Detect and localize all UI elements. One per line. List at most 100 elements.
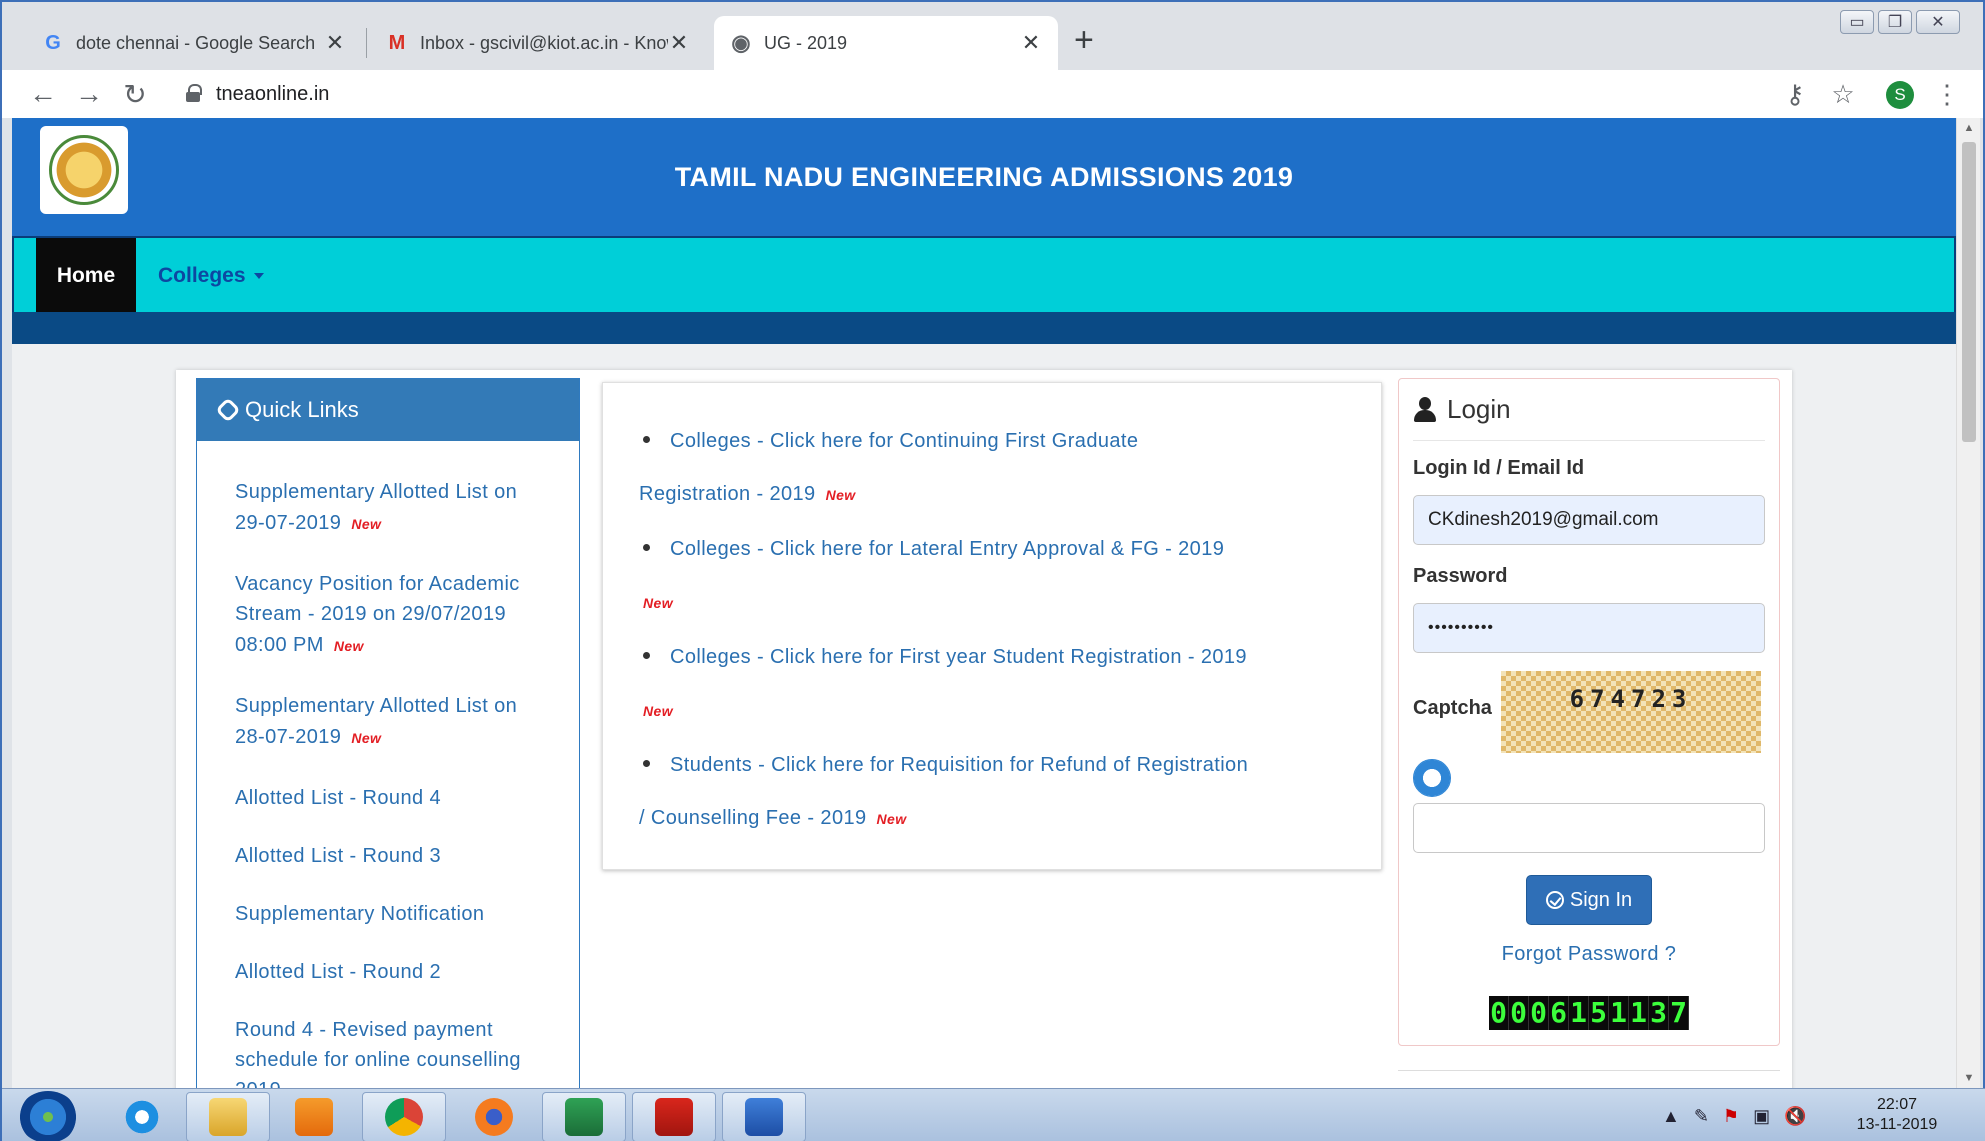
browser-window: G dote chennai - Google Search ✕ M Inbox… (0, 0, 1985, 1141)
close-icon[interactable]: ✕ (324, 30, 346, 56)
notice-text: Colleges - Click here for Continuing Fir… (670, 430, 1139, 452)
gmail-icon: M (388, 31, 406, 54)
taskbar-media-player[interactable] (272, 1092, 356, 1141)
notice-link[interactable]: Colleges - Click here for Lateral Entry … (635, 523, 1345, 631)
browser-toolbar: ← → ↻ tneaonline.in ⚷ ☆ S ⋮ (2, 70, 1983, 118)
quick-links-title: Quick Links (245, 397, 359, 422)
notice-link[interactable]: Colleges - Click here for Continuing Fir… (639, 415, 1345, 523)
notice-link[interactable]: Colleges - Click here for First year Stu… (635, 631, 1345, 739)
new-badge: New (635, 573, 677, 631)
notice-link[interactable]: Students - Click here for Requisition fo… (639, 739, 1345, 847)
password-label: Password (1413, 565, 1508, 587)
page-viewport: TAMIL NADU ENGINEERING ADMISSIONS 2019 H… (12, 118, 1956, 1088)
profile-avatar[interactable]: S (1886, 81, 1914, 109)
close-window-button[interactable]: ✕ (1916, 10, 1960, 34)
quick-link-item[interactable]: Supplementary Notification (235, 899, 541, 929)
counter-digit: 1 (1609, 996, 1629, 1030)
quick-link-item[interactable]: Supplementary Allotted List on 29-07-201… (235, 477, 541, 541)
tab-ug-2019[interactable]: ◉ UG - 2019 ✕ (714, 16, 1058, 70)
close-icon[interactable]: ✕ (1020, 30, 1042, 56)
new-badge: New (325, 627, 368, 663)
login-id-label: Login Id / Email Id (1413, 457, 1585, 479)
new-badge: New (635, 681, 677, 739)
password-input[interactable]: •••••••••• (1413, 603, 1765, 653)
star-icon[interactable]: ☆ (1826, 70, 1860, 118)
captcha-label: Captcha (1413, 697, 1492, 719)
menu-colleges-dropdown[interactable]: Colleges (158, 238, 264, 314)
counter-digit: 0 (1509, 996, 1529, 1030)
chrome-icon (385, 1098, 423, 1136)
taskbar-chrome[interactable] (362, 1092, 446, 1141)
quick-link-item[interactable]: Allotted List - Round 2 (235, 957, 541, 987)
login-id-input[interactable]: CKdinesh2019@gmail.com (1413, 495, 1765, 545)
key-icon[interactable]: ⚷ (1778, 70, 1812, 118)
scroll-up-arrow-icon[interactable]: ▲ (1957, 118, 1981, 138)
sign-in-label: Sign In (1569, 888, 1633, 911)
more-menu-icon[interactable]: ⋮ (1930, 70, 1964, 118)
quick-link-item[interactable]: Supplementary Allotted List on 28-07-201… (235, 691, 541, 755)
scroll-thumb[interactable] (1962, 142, 1976, 442)
excel-icon (565, 1098, 603, 1136)
tab-title: UG - 2019 (764, 32, 848, 53)
taskbar-word[interactable] (722, 1092, 806, 1141)
tab-gmail-inbox[interactable]: M Inbox - gscivil@kiot.ac.in - Knowl ✕ (370, 16, 706, 70)
content-container: Quick Links Supplementary Allotted List … (176, 370, 1792, 1088)
lock-icon[interactable] (186, 84, 202, 102)
tab-google-search[interactable]: G dote chennai - Google Search ✕ (26, 16, 362, 70)
quick-link-item[interactable]: Round 4 - Revised payment schedule for o… (235, 1015, 541, 1088)
reload-icon[interactable]: ↻ (118, 70, 152, 118)
sign-in-button[interactable]: Sign In (1526, 875, 1652, 925)
visitor-counter: 0006151137 (1413, 996, 1765, 1030)
bullet-icon (643, 760, 650, 768)
notice-text-cont: Registration - 2019 (639, 483, 816, 505)
taskbar-internet-explorer[interactable] (100, 1092, 184, 1141)
media-player-icon (295, 1098, 333, 1136)
captcha-input[interactable] (1413, 803, 1765, 853)
minimize-button[interactable]: ▭ (1840, 10, 1874, 34)
address-bar[interactable]: tneaonline.in (216, 70, 329, 118)
restore-button[interactable]: ❐ (1878, 10, 1912, 34)
captcha-row: Captcha 674723 (1413, 671, 1765, 755)
back-arrow-icon[interactable]: ← (26, 70, 60, 118)
counter-digit: 6 (1549, 996, 1569, 1030)
main-menu: Home Colleges (12, 236, 1956, 314)
system-tray: ▲ ✎ ⚑ ▣ 🔇 (1662, 1089, 1807, 1141)
bullet-icon (643, 652, 650, 660)
page-title: TAMIL NADU ENGINEERING ADMISSIONS 2019 (674, 162, 1294, 192)
new-badge: New (343, 719, 385, 755)
close-icon[interactable]: ✕ (668, 30, 690, 56)
quick-link-item[interactable]: Allotted List - Round 4 (235, 783, 541, 813)
counter-digit: 0 (1489, 996, 1509, 1030)
refresh-captcha-icon[interactable] (1413, 759, 1451, 797)
network-icon[interactable]: ▣ (1753, 1106, 1770, 1127)
site-header: TAMIL NADU ENGINEERING ADMISSIONS 2019 (12, 118, 1956, 236)
clock-date: 13-11-2019 (1856, 1116, 1938, 1133)
new-tab-button[interactable]: + (1074, 20, 1094, 60)
taskbar-acrobat[interactable] (632, 1092, 716, 1141)
notice-text-cont: / Counselling Fee - 2019 (639, 807, 867, 829)
window-controls: ▭ ❐ ✕ (1836, 10, 1960, 34)
taskbar-clock[interactable]: 22:07 13-11-2019 (1842, 1095, 1952, 1135)
forgot-password-link[interactable]: Forgot Password ? (1413, 943, 1765, 966)
volume-muted-icon[interactable]: 🔇 (1784, 1106, 1806, 1127)
flag-icon[interactable]: ⚑ (1723, 1106, 1739, 1127)
quick-links-list: Supplementary Allotted List on 29-07-201… (197, 441, 579, 1088)
tamil-nadu-emblem-logo (40, 126, 128, 214)
scroll-down-arrow-icon[interactable]: ▼ (1957, 1068, 1981, 1088)
taskbar-file-explorer[interactable] (186, 1092, 270, 1141)
quick-link-item[interactable]: Vacancy Position for Academic Stream - 2… (235, 569, 541, 663)
counter-digit: 7 (1669, 996, 1689, 1030)
show-hidden-icons-icon[interactable]: ▲ (1662, 1106, 1680, 1127)
forward-arrow-icon[interactable]: → (72, 70, 106, 118)
taskbar-excel[interactable] (542, 1092, 626, 1141)
quick-links-panel: Quick Links Supplementary Allotted List … (196, 378, 580, 1088)
counter-digit: 1 (1569, 996, 1589, 1030)
menu-home[interactable]: Home (36, 238, 136, 314)
taskbar-firefox[interactable] (452, 1092, 536, 1141)
page-scrollbar[interactable]: ▲ ▼ (1956, 118, 1980, 1088)
quick-link-text: Allotted List - Round 3 (235, 845, 441, 867)
notices-panel: Colleges - Click here for Continuing Fir… (602, 382, 1382, 870)
start-button[interactable] (18, 1091, 78, 1141)
pen-icon[interactable]: ✎ (1694, 1106, 1709, 1127)
quick-link-item[interactable]: Allotted List - Round 3 (235, 841, 541, 871)
